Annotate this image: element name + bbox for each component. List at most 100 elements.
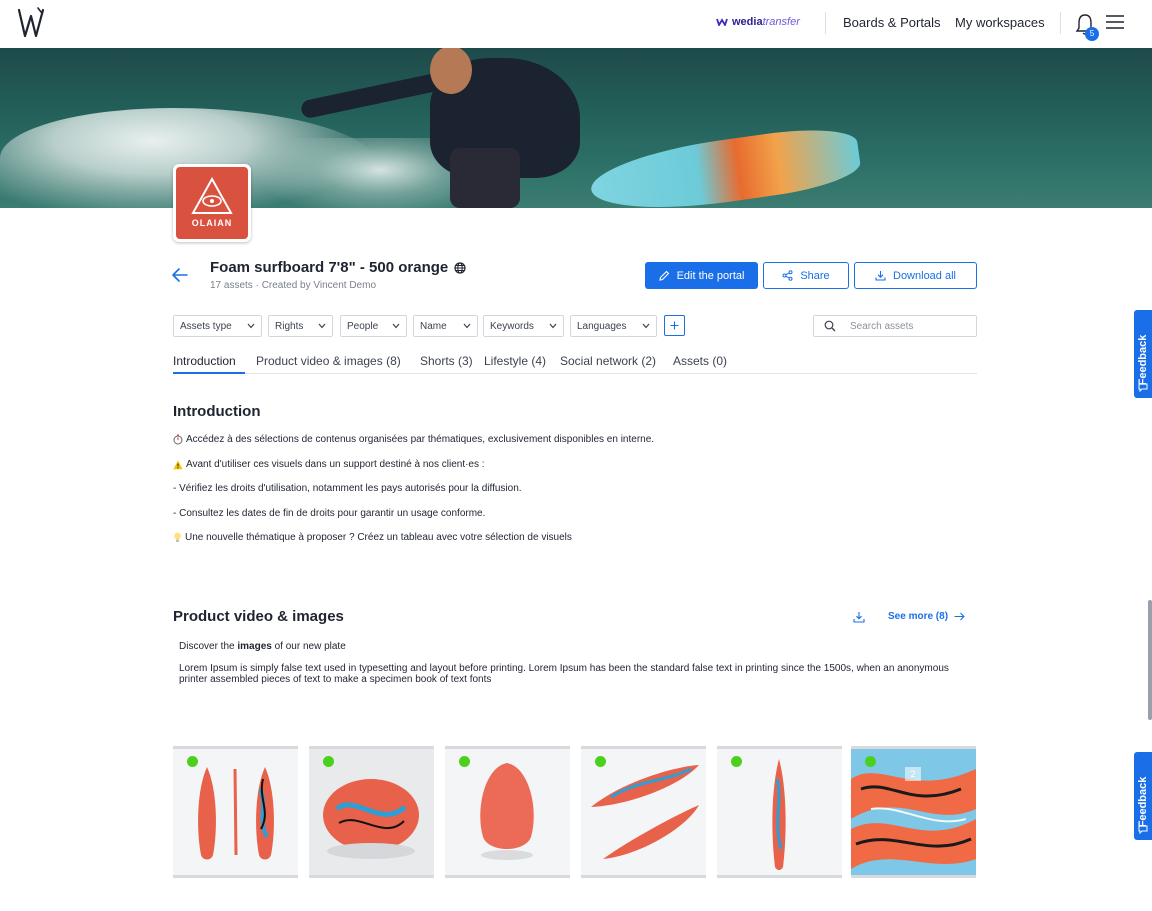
wedia-transfer-icon (716, 18, 728, 26)
intro-line-text: Avant d'utiliser ces visuels dans un sup… (186, 459, 485, 470)
tab-lifestyle[interactable]: Lifestyle (4) (484, 354, 546, 368)
wedia-transfer-brand-b: transfer (762, 16, 800, 28)
chevron-down-icon (642, 323, 650, 329)
asset-thumbnail[interactable] (309, 746, 434, 878)
wedia-transfer-link[interactable]: wedia transfer (716, 16, 800, 28)
filter-label: Name (420, 320, 447, 332)
stopwatch-icon (173, 434, 183, 445)
intro-line: Une nouvelle thématique à proposer ? Cré… (173, 532, 572, 543)
tab-assets[interactable]: Assets (0) (673, 354, 727, 368)
status-dot (187, 756, 198, 767)
asset-thumbnail[interactable] (445, 746, 570, 878)
chevron-down-icon (392, 323, 400, 329)
surfboard-image (173, 749, 298, 875)
status-dot (731, 756, 742, 767)
edit-portal-label: Edit the portal (676, 269, 745, 282)
pencil-icon (658, 270, 669, 281)
tab-social-network[interactable]: Social network (2) (560, 354, 656, 368)
intro-line: - Consultez les dates de fin de droits p… (173, 508, 485, 519)
nav-boards-portals[interactable]: Boards & Portals (843, 15, 941, 30)
nav-my-workspaces[interactable]: My workspaces (955, 15, 1045, 30)
intro-line-text: Une nouvelle thématique à proposer ? Cré… (185, 532, 572, 543)
filter-label: Keywords (490, 320, 534, 332)
scrollbar-thumb[interactable] (1148, 600, 1152, 720)
status-dot (323, 756, 334, 767)
filter-people[interactable]: People (340, 315, 407, 337)
filter-label: People (347, 320, 379, 332)
status-dot (459, 756, 470, 767)
section-tabs: Introduction Product video & images (8) … (173, 352, 977, 374)
surfboard-image (445, 749, 570, 875)
chevron-down-icon (463, 323, 471, 329)
warning-icon (173, 460, 183, 469)
tab-shorts[interactable]: Shorts (3) (420, 354, 473, 368)
intro-line-text: - Vérifiez les droits d'utilisation, not… (173, 483, 522, 494)
edit-portal-button[interactable]: Edit the portal (645, 262, 758, 289)
tab-product-video-images[interactable]: Product video & images (8) (256, 354, 401, 368)
chat-bubble-icon (1138, 383, 1148, 392)
download-all-button[interactable]: Download all (854, 262, 977, 289)
intro-line: Accédez à des sélections de contenus org… (173, 434, 654, 445)
filter-label: Rights (275, 320, 304, 332)
filter-label: Assets type (180, 320, 232, 332)
surfboard-image (309, 749, 434, 875)
share-icon (782, 270, 793, 281)
wedia-logo[interactable] (16, 6, 46, 40)
product-description: Discover the images of our new plate (179, 641, 346, 652)
add-filter-button[interactable] (664, 315, 685, 336)
chevron-down-icon (247, 323, 255, 329)
filter-languages[interactable]: Languages (570, 315, 657, 337)
desc-suffix: of our new plate (271, 641, 346, 652)
hamburger-menu-icon[interactable] (1106, 15, 1124, 29)
portal-brand-logo: OLAIAN (173, 164, 251, 242)
search-icon (824, 320, 836, 332)
intro-line: - Vérifiez les droits d'utilisation, not… (173, 483, 522, 494)
product-section-heading: Product video & images (173, 608, 344, 625)
page-count-badge: 2 (905, 767, 921, 781)
search-box (813, 315, 977, 337)
plus-icon (670, 321, 679, 330)
chevron-down-icon (318, 323, 326, 329)
surfboard-image (581, 749, 706, 875)
asset-thumbnail[interactable]: 2 (851, 746, 976, 878)
olaian-triangle-icon (191, 176, 233, 214)
intro-line-text: - Consultez les dates de fin de droits p… (173, 508, 486, 519)
divider (1060, 12, 1061, 34)
desc-bold: images (237, 641, 272, 652)
filter-label: Languages (577, 320, 627, 332)
status-dot (595, 756, 606, 767)
filter-name[interactable]: Name (413, 315, 478, 337)
search-input[interactable] (850, 320, 960, 332)
filter-rights[interactable]: Rights (268, 315, 333, 337)
divider (825, 12, 826, 34)
portal-subtitle: 17 assets · Created by Vincent Demo (210, 280, 377, 291)
feedback-label: Feedback (1137, 776, 1149, 828)
desc-prefix: Discover the (179, 641, 238, 652)
share-label: Share (800, 269, 830, 282)
notification-badge: 5 (1085, 27, 1099, 41)
tab-introduction[interactable]: Introduction (173, 354, 236, 368)
download-all-label: Download all (893, 269, 956, 282)
asset-thumbnail[interactable] (717, 746, 842, 878)
back-arrow-icon[interactable] (171, 266, 189, 284)
lightbulb-icon (174, 532, 181, 542)
filter-keywords[interactable]: Keywords (483, 315, 564, 337)
olaian-logo-text: OLAIAN (191, 218, 233, 228)
asset-thumbnail[interactable] (173, 746, 298, 878)
surfboard-image (717, 749, 842, 875)
feedback-tab[interactable]: Feedback (1134, 752, 1152, 840)
status-dot (865, 756, 876, 767)
download-section-icon[interactable] (853, 611, 865, 623)
intro-line: Avant d'utiliser ces visuels dans un sup… (173, 459, 485, 470)
share-button[interactable]: Share (763, 262, 849, 289)
filter-assets-type[interactable]: Assets type (173, 315, 262, 337)
chevron-down-icon (549, 323, 557, 329)
intro-line-text: Accédez à des sélections de contenus org… (186, 434, 655, 445)
see-more-link[interactable]: See more (8) (888, 611, 965, 622)
arrow-right-icon (954, 612, 965, 621)
feedback-label: Feedback (1137, 334, 1149, 386)
globe-icon (454, 261, 466, 274)
portal-title-text: Foam surfboard 7'8" - 500 orange (210, 259, 449, 276)
feedback-tab[interactable]: Feedback (1134, 310, 1152, 398)
asset-thumbnail[interactable] (581, 746, 706, 878)
